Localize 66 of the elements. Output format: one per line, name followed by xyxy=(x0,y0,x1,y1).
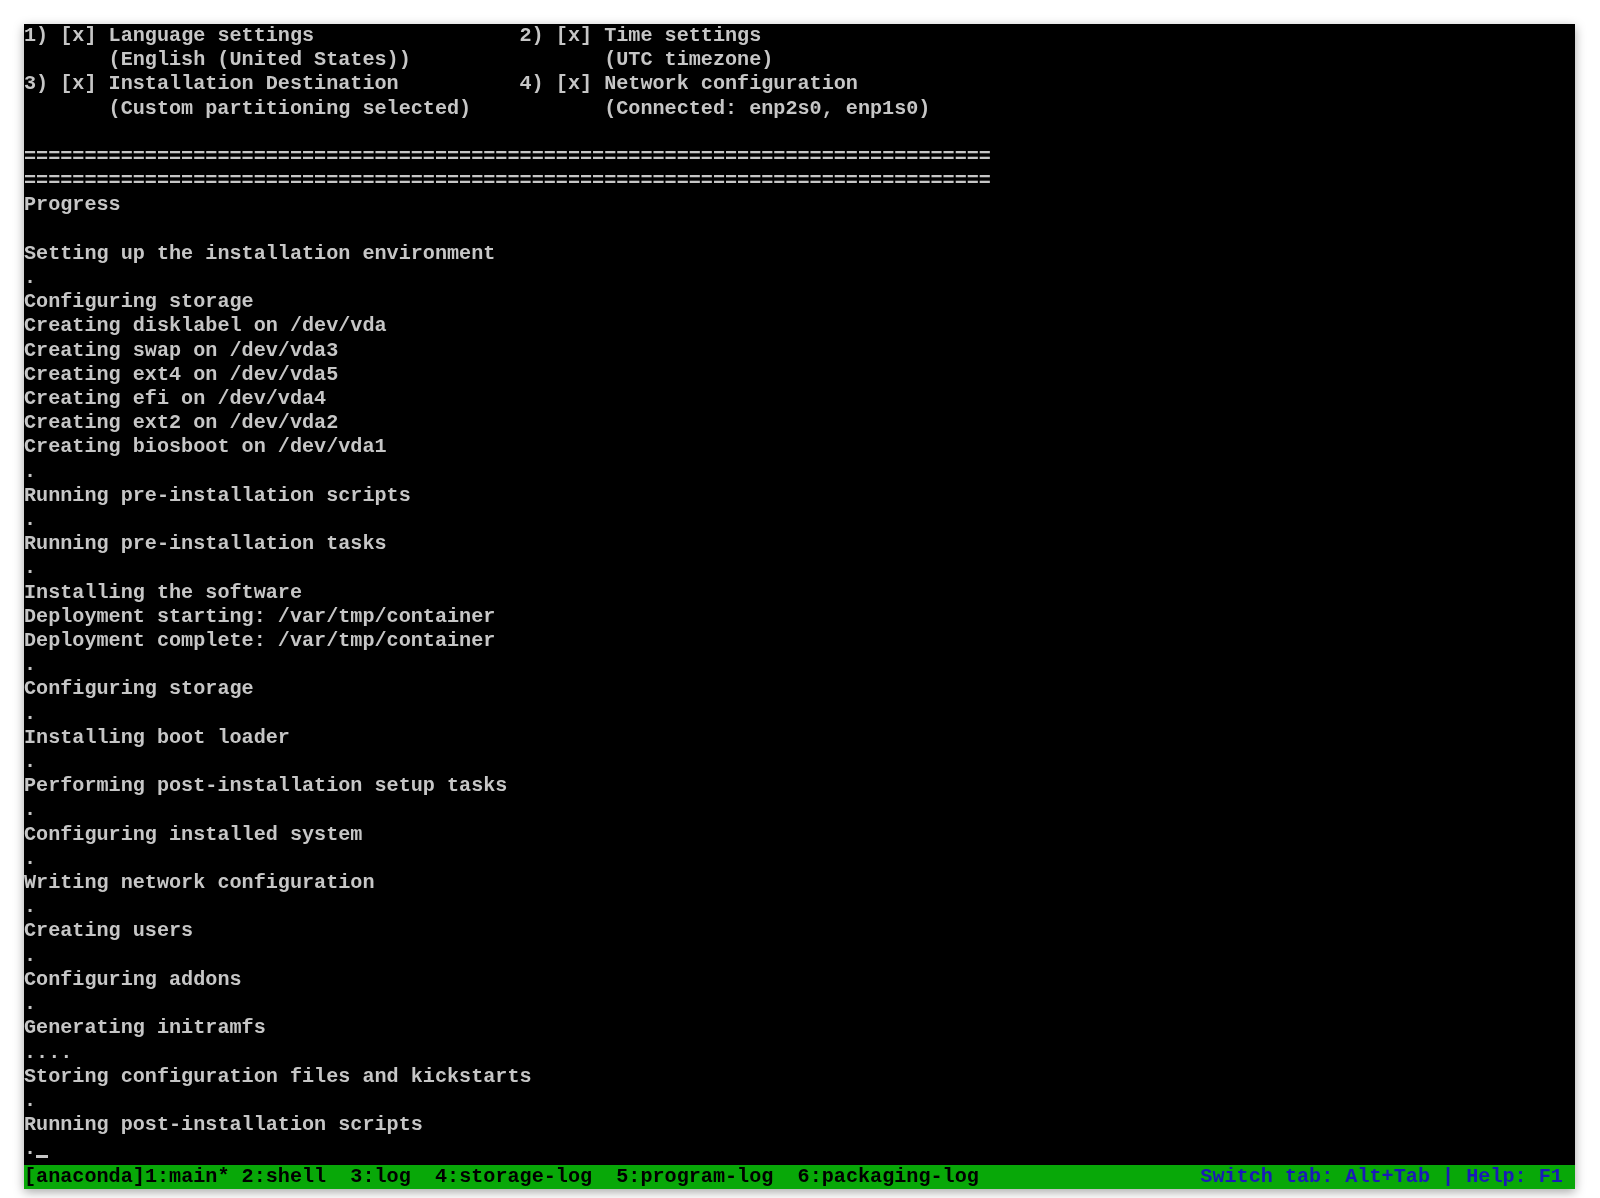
log-line: . xyxy=(24,653,37,678)
spoke-number: 1) xyxy=(24,24,49,49)
log-line: . xyxy=(24,266,37,291)
log-line: Creating ext4 on /dev/vda5 xyxy=(24,362,339,387)
log-line: Creating efi on /dev/vda4 xyxy=(24,387,327,412)
progress-title: Progress xyxy=(24,193,121,218)
log-line: Configuring installed system xyxy=(24,822,363,847)
log-line: Writing network configuration xyxy=(24,871,375,896)
spoke-checkbox[interactable]: [x] xyxy=(555,72,593,97)
log-line: Installing boot loader xyxy=(24,725,290,751)
spoke-number: 4) xyxy=(519,72,544,97)
log-line: Configuring storage xyxy=(24,290,254,315)
session-name: [anaconda] xyxy=(24,1164,145,1189)
spoke-status: (English (United States)) xyxy=(108,48,411,73)
log-line: Setting up the installation environment xyxy=(24,241,496,266)
log-line: Configuring addons xyxy=(24,967,242,993)
log-line: Running post-installation scripts xyxy=(24,1113,423,1138)
log-line: Creating users xyxy=(24,919,194,944)
window-tab[interactable]: 1:main* xyxy=(144,1164,230,1189)
log-line: Running pre-installation tasks xyxy=(24,532,387,557)
log-line: Deployment complete: /var/tmp/container xyxy=(24,629,496,654)
spoke-title[interactable]: Language settings xyxy=(108,24,315,49)
log-line: . xyxy=(24,943,37,968)
log-line: .... xyxy=(24,1040,73,1065)
spoke-checkbox[interactable]: [x] xyxy=(60,24,97,49)
window-tab[interactable]: 3:log xyxy=(350,1164,411,1189)
spoke-checkbox[interactable]: [x] xyxy=(60,72,97,97)
log-line: . xyxy=(24,459,37,484)
log-line: Running pre-installation scripts xyxy=(24,483,411,509)
window-tab[interactable]: 4:storage-log xyxy=(434,1164,593,1189)
log-line: . xyxy=(24,750,37,775)
window-tab[interactable]: 5:program-log xyxy=(616,1164,774,1189)
log-line: . xyxy=(24,992,37,1017)
spoke-checkbox[interactable]: [x] xyxy=(555,24,593,49)
spoke-title[interactable]: Installation Destination xyxy=(108,72,399,97)
log-line: Performing post-installation setup tasks xyxy=(24,774,508,799)
log-line: . xyxy=(24,701,37,726)
spoke-number: 2) xyxy=(519,24,544,49)
log-line: Creating ext2 on /dev/vda2 xyxy=(24,411,339,436)
key-hint: Switch tab: Alt+Tab | Help: F1 xyxy=(1200,1164,1563,1189)
log-line: . xyxy=(24,895,37,920)
spoke-status: (UTC timezone) xyxy=(604,48,774,73)
separator-line: ================================================================================ xyxy=(24,169,991,194)
spoke-title[interactable]: Network configuration xyxy=(604,72,858,97)
window-tab[interactable]: 2:shell xyxy=(241,1164,327,1189)
log-line: . xyxy=(24,556,37,581)
log-line: . xyxy=(24,1088,37,1114)
text-cursor xyxy=(36,1154,49,1158)
log-line: Installing the software xyxy=(24,580,302,605)
log-line: Creating biosboot on /dev/vda1 xyxy=(24,435,387,460)
separator-line: ================================================================================ xyxy=(24,145,991,170)
log-line: . xyxy=(24,508,37,533)
log-line: . xyxy=(24,1137,37,1162)
spoke-status: (Custom partitioning selected) xyxy=(108,96,472,121)
log-line: Creating disklabel on /dev/vda xyxy=(24,314,387,339)
log-line: Deployment starting: /var/tmp/container xyxy=(24,604,496,630)
log-line: Creating swap on /dev/vda3 xyxy=(24,338,339,363)
spoke-status: (Connected: enp2s0, enp1s0) xyxy=(604,96,931,121)
spoke-number: 3) xyxy=(24,72,49,97)
log-line: . xyxy=(24,798,37,823)
log-line: Storing configuration files and kickstarts xyxy=(24,1064,532,1089)
window-tab[interactable]: 6:packaging-log xyxy=(797,1164,979,1189)
log-line: . xyxy=(24,846,37,872)
spoke-title[interactable]: Time settings xyxy=(604,24,762,49)
log-line: Configuring storage xyxy=(24,677,254,702)
log-line: Generating initramfs xyxy=(24,1016,266,1041)
